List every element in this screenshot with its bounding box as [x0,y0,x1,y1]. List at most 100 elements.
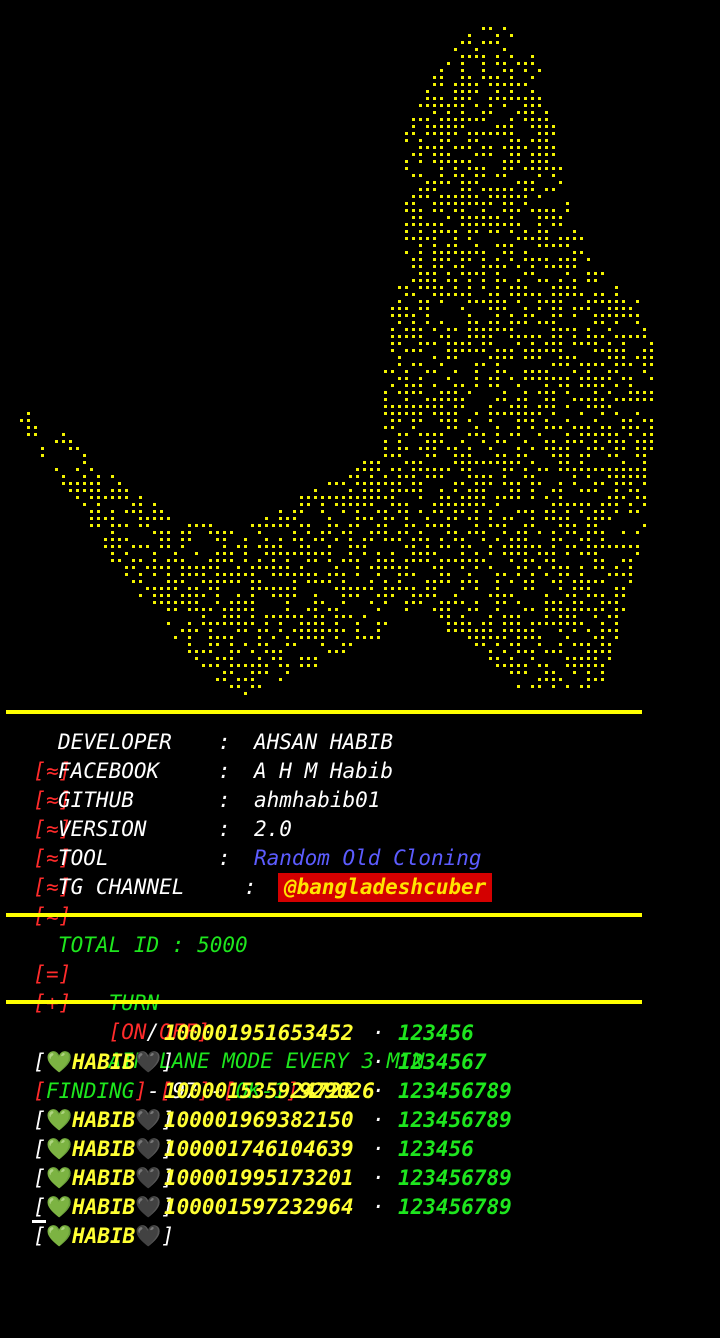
log-row: [💚HABIB🖤] 100001969382150 · 123456789 [33,1108,512,1161]
art-dot [167,622,170,625]
art-dot [461,580,464,583]
art-dot [552,454,555,457]
art-dot [405,398,408,401]
art-dot [622,587,625,590]
art-dot [461,76,464,79]
art-dot [468,545,471,548]
art-dot [503,349,506,352]
art-dot [531,314,534,317]
art-dot [398,587,401,590]
art-dot [447,230,450,233]
log-separator: · [372,1137,385,1161]
art-dot [531,167,534,170]
art-dot [342,643,345,646]
art-dot [426,405,429,408]
art-dot [202,622,205,625]
art-dot [272,524,275,527]
art-dot [209,531,212,534]
art-dot [489,356,492,359]
art-dot [510,146,513,149]
art-dot [524,650,527,653]
art-dot [636,454,639,457]
art-dot [314,573,317,576]
art-dot [433,412,436,415]
art-dot [538,664,541,667]
art-dot [111,559,114,562]
art-dot [566,468,569,471]
art-dot [524,566,527,569]
art-dot [531,685,534,688]
art-dot [419,139,422,142]
art-dot [377,496,380,499]
art-dot [580,552,583,555]
art-dot [510,545,513,548]
art-dot [545,510,548,513]
art-dot [356,587,359,590]
art-dot [412,174,415,177]
art-dot [468,391,471,394]
art-dot [391,559,394,562]
art-dot [538,307,541,310]
art-dot [307,503,310,506]
art-dot [314,489,317,492]
art-dot [622,594,625,597]
art-dot [181,629,184,632]
art-dot [307,524,310,527]
art-dot [209,643,212,646]
art-dot [90,524,93,527]
art-dot [132,580,135,583]
art-dot [237,608,240,611]
art-dot [307,573,310,576]
art-dot [230,622,233,625]
art-dot [531,90,534,93]
art-dot [412,328,415,331]
art-dot [531,356,534,359]
art-dot [608,475,611,478]
art-dot [615,363,618,366]
art-dot [412,216,415,219]
art-dot [461,188,464,191]
art-dot [468,251,471,254]
art-dot [601,545,604,548]
art-dot [349,587,352,590]
art-dot [447,349,450,352]
art-dot [314,580,317,583]
art-dot [398,342,401,345]
art-dot [223,622,226,625]
art-dot [496,83,499,86]
art-dot [545,188,548,191]
art-dot [279,545,282,548]
art-dot [293,531,296,534]
art-dot [237,615,240,618]
art-dot [615,503,618,506]
art-dot [608,391,611,394]
art-dot [622,559,625,562]
art-dot [265,615,268,618]
art-dot [510,615,513,618]
art-dot [545,601,548,604]
art-dot [216,594,219,597]
art-dot [601,678,604,681]
art-dot [160,510,163,513]
art-dot [489,636,492,639]
art-dot [552,125,555,128]
art-dot [468,314,471,317]
art-dot [426,447,429,450]
art-dot [447,139,450,142]
art-dot [300,552,303,555]
art-dot [62,482,65,485]
art-dot [594,293,597,296]
art-dot [587,363,590,366]
art-dot [454,237,457,240]
art-dot [216,601,219,604]
log-row-finding: [FINDING]-[97]-[OK-1]929026 · 1234567 [33,1050,487,1103]
art-dot [384,517,387,520]
art-dot [468,146,471,149]
art-dot [160,587,163,590]
art-dot [454,104,457,107]
art-dot [594,650,597,653]
art-dot [111,545,114,548]
art-dot [447,62,450,65]
art-dot [433,342,436,345]
art-dot [468,300,471,303]
